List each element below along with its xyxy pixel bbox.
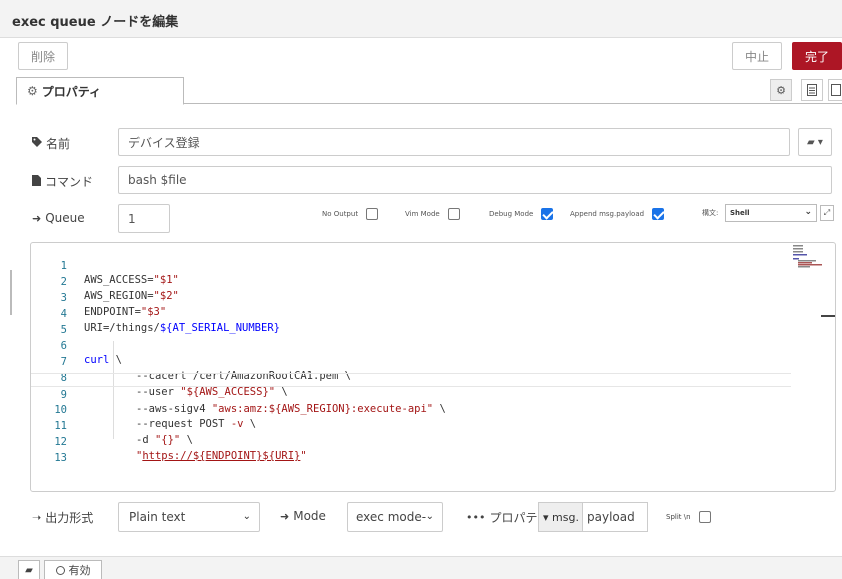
gear-icon[interactable]: ⚙: [770, 79, 792, 101]
mode-select[interactable]: exec mode- ⌄: [347, 502, 443, 532]
dialog-header: exec queue ノードを編集: [0, 0, 842, 38]
line-number: 13: [54, 452, 67, 464]
mode-label-group: ➜ Mode: [280, 509, 326, 523]
code-line: 4 URI=/things/${AT_SERIAL_NUMBER}: [31, 293, 791, 334]
done-button[interactable]: 完了: [792, 42, 842, 70]
tag-icon: [32, 137, 42, 150]
msg-prefix: msg.: [552, 510, 579, 524]
code-line: 12 "https://${ENDPOINT}${URI}": [31, 421, 791, 462]
split-label: Split \n: [666, 513, 691, 521]
book-icon: ▰: [807, 136, 815, 148]
property-label-group: ••• プロパティ: [466, 509, 549, 526]
debug-mode-label: Debug Mode: [489, 210, 534, 218]
ellipsis-icon: •••: [466, 511, 486, 524]
mode-label: Mode: [293, 509, 326, 523]
append-payload-option: Append msg.payload: [570, 208, 665, 220]
vim-mode-label: Vim Mode: [405, 210, 440, 218]
mode-value: exec mode-: [356, 510, 427, 524]
expand-editor-icon[interactable]: ⤢: [820, 205, 834, 221]
code-line: 13: [31, 437, 791, 464]
code-text: "https://${ENDPOINT}${URI}": [136, 450, 307, 462]
command-label-group: コマンド: [32, 173, 93, 190]
syntax-select[interactable]: Shell ⌄: [725, 204, 817, 222]
book-icon: ▰: [25, 564, 33, 576]
minimap[interactable]: [793, 245, 825, 269]
cancel-button[interactable]: 中止: [732, 42, 782, 70]
scroll-marker: [821, 315, 835, 317]
append-payload-label: Append msg.payload: [570, 210, 645, 218]
output-format-select[interactable]: Plain text ⌄: [118, 502, 260, 532]
code-line: 3 ENDPOINT="$3": [31, 277, 791, 318]
code-line: 2 AWS_REGION="$2": [31, 261, 791, 302]
name-input[interactable]: デバイス登録: [118, 128, 790, 156]
vim-mode-option: Vim Mode: [405, 208, 460, 220]
code-line-active: 9 --aws-sigv4 "aws:amz:${AWS_REGION}:exe…: [31, 373, 791, 415]
syntax-label: 構文:: [702, 209, 719, 217]
enabled-label: 有効: [68, 564, 91, 577]
debug-mode-checkbox[interactable]: [541, 208, 554, 220]
code-line: 10 --request POST -v \: [31, 389, 791, 430]
queue-label: Queue: [45, 211, 85, 225]
description-icon[interactable]: [801, 79, 823, 101]
sign-in-icon: ➜: [32, 211, 42, 225]
node-help-button[interactable]: ▰: [18, 560, 40, 579]
icon-select-button[interactable]: ▰ ▾: [798, 128, 832, 156]
chevron-down-icon: ⌄: [804, 207, 812, 217]
tab-properties[interactable]: ⚙ プロパティ: [16, 77, 184, 105]
radio-icon: [55, 565, 65, 575]
no-output-label: No Output: [322, 210, 359, 218]
code-line: 8 --user "${AWS_ACCESS}" \: [31, 357, 791, 398]
command-input[interactable]: bash $file: [118, 166, 832, 194]
queue-label-group: ➜ Queue: [32, 211, 85, 225]
debug-mode-option: Debug Mode: [489, 208, 554, 220]
name-label: 名前: [46, 137, 71, 151]
name-label-group: 名前: [32, 135, 70, 152]
caret-down-icon: ▾: [817, 136, 823, 148]
file-icon: [32, 174, 41, 189]
arrow-right-icon: ➝: [32, 511, 42, 524]
output-format-value: Plain text: [129, 510, 186, 524]
no-output-option: No Output: [322, 208, 379, 220]
append-payload-checkbox[interactable]: [652, 208, 665, 220]
code-line: 7 --cacert /cert/AmazonRootCA1.pem \: [31, 341, 791, 382]
split-checkbox[interactable]: [698, 511, 711, 523]
output-format-label-group: ➝ 出力形式: [32, 509, 93, 526]
output-format-label: 出力形式: [45, 511, 94, 525]
code-line: 11 -d "{}" \: [31, 405, 791, 446]
vim-mode-checkbox[interactable]: [447, 208, 460, 220]
appearance-icon[interactable]: [828, 79, 842, 101]
syntax-value: Shell: [730, 209, 750, 217]
queue-input[interactable]: 1: [118, 204, 170, 233]
no-output-checkbox[interactable]: [366, 208, 379, 220]
delete-button[interactable]: 削除: [18, 42, 68, 70]
dialog-title: exec queue ノードを編集: [12, 15, 179, 30]
code-editor[interactable]: 1 AWS_ACCESS="$1" 2 AWS_REGION="$2" 3 EN…: [30, 242, 836, 492]
split-option: Split \n: [666, 511, 711, 523]
command-label: コマンド: [45, 175, 94, 189]
sign-in-icon: ➜: [280, 509, 290, 523]
dialog-footer: ▰ 有効: [0, 556, 842, 579]
gear-icon: ⚙: [27, 84, 38, 98]
property-type-select[interactable]: ▾ msg.: [538, 502, 583, 532]
code-line: 1 AWS_ACCESS="$1": [31, 245, 791, 286]
chevron-down-icon: ⌄: [425, 511, 434, 522]
chevron-down-icon: ⌄: [242, 511, 251, 522]
resize-handle[interactable]: [10, 270, 12, 315]
tab-bar: ⚙ プロパティ ⚙: [16, 77, 842, 105]
code-line: 5: [31, 309, 791, 336]
code-line: 6 curl \: [31, 325, 791, 366]
tab-properties-label: プロパティ: [41, 84, 102, 99]
caret-down-icon: ▾: [543, 510, 549, 524]
enabled-toggle[interactable]: 有効: [44, 560, 102, 579]
property-input[interactable]: payload: [583, 502, 648, 532]
